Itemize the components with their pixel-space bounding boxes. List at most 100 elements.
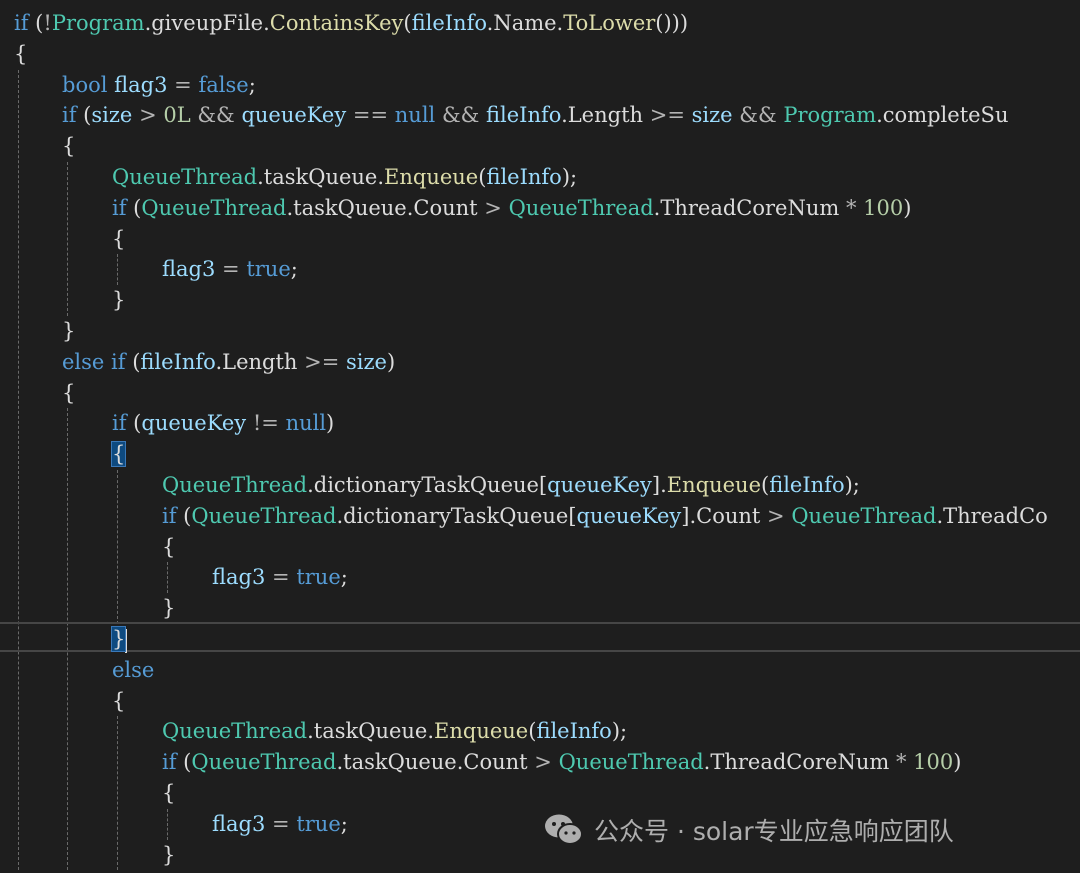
- code-token: size: [346, 349, 387, 374]
- code-token: {: [112, 226, 126, 251]
- code-token: {: [112, 688, 126, 713]
- code-token: >=: [304, 349, 340, 374]
- code-line[interactable]: {: [62, 378, 75, 408]
- code-token: else: [62, 349, 105, 374]
- code-token: =: [222, 257, 240, 282]
- code-line[interactable]: QueueThread.taskQueue.Enqueue(fileInfo);: [162, 716, 627, 746]
- code-line[interactable]: {: [14, 39, 27, 69]
- code-token: =: [272, 565, 290, 590]
- code-token: true: [246, 257, 291, 282]
- code-token: fileInfo: [536, 719, 612, 744]
- code-token: .dictionaryTaskQueue[: [336, 503, 577, 528]
- code-token: .taskQueue.: [257, 165, 385, 189]
- code-line[interactable]: if (QueueThread.taskQueue.Count > QueueT…: [162, 747, 961, 777]
- code-token: >=: [649, 103, 685, 128]
- code-token: (: [176, 503, 192, 528]
- code-line[interactable]: }: [112, 285, 125, 315]
- code-line[interactable]: {: [162, 532, 175, 562]
- code-token: if: [112, 411, 127, 436]
- code-line[interactable]: if (QueueThread.taskQueue.Count > QueueT…: [112, 193, 911, 223]
- code-line[interactable]: }: [62, 316, 75, 346]
- code-token: (: [28, 11, 44, 35]
- code-token: {: [162, 781, 176, 805]
- current-line-highlight: [0, 622, 1080, 652]
- code-token: {: [62, 380, 76, 405]
- code-token: null: [285, 411, 327, 436]
- code-line[interactable]: flag3 = true;: [212, 562, 348, 592]
- code-token: .Length: [215, 349, 305, 374]
- indent-guide: [167, 808, 168, 840]
- code-token: if: [162, 503, 177, 528]
- code-line[interactable]: }: [110, 624, 128, 654]
- code-line[interactable]: }: [162, 593, 175, 623]
- code-line[interactable]: else if (fileInfo.Length >= size): [62, 347, 395, 377]
- code-token: *: [845, 195, 857, 220]
- code-token: .dictionaryTaskQueue[: [307, 473, 548, 497]
- code-line[interactable]: {: [112, 686, 125, 716]
- code-token: (: [125, 349, 141, 374]
- code-token: true: [296, 811, 341, 836]
- code-line[interactable]: if (queueKey != null): [112, 408, 334, 438]
- code-token: if: [111, 349, 126, 374]
- code-token: .ThreadCoreNum: [703, 750, 896, 775]
- code-line[interactable]: flag3 = true;: [212, 809, 348, 839]
- code-line[interactable]: QueueThread.dictionaryTaskQueue[queueKey…: [162, 470, 860, 500]
- code-token: fileInfo: [411, 11, 487, 35]
- code-line[interactable]: bool flag3 = false;: [62, 70, 256, 100]
- code-token: queueKey: [141, 411, 247, 436]
- indent-guide: [117, 254, 118, 286]
- code-token: QueueThread: [558, 750, 704, 775]
- code-line[interactable]: {: [112, 224, 125, 254]
- code-line[interactable]: if (size > 0L && queueKey == null && fil…: [62, 100, 1008, 130]
- code-token: QueueThread: [112, 165, 258, 189]
- code-line[interactable]: QueueThread.taskQueue.Enqueue(fileInfo);: [112, 162, 577, 192]
- code-line[interactable]: else: [112, 655, 154, 685]
- code-token: (: [176, 750, 192, 775]
- code-line[interactable]: {: [62, 131, 75, 161]
- code-token: QueueThread: [191, 750, 337, 775]
- code-token: !=: [252, 411, 279, 436]
- watermark: 公众号 · solar专业应急响应团队: [544, 808, 954, 852]
- code-token: QueueThread: [162, 719, 308, 744]
- code-token: (: [126, 411, 142, 436]
- code-token: ())): [655, 11, 689, 35]
- code-line[interactable]: flag3 = true;: [162, 254, 298, 284]
- code-token: .Name.: [486, 11, 564, 35]
- code-token: if: [14, 11, 29, 35]
- code-token: !: [43, 11, 52, 35]
- code-line[interactable]: {: [110, 439, 127, 469]
- code-token: if: [62, 103, 77, 128]
- code-token: QueueThread: [508, 195, 654, 220]
- code-token: .Length: [561, 103, 650, 128]
- code-token: else: [112, 657, 155, 682]
- code-token: (: [76, 103, 92, 128]
- code-token: .completeSu: [876, 103, 1009, 128]
- code-token: fileInfo: [769, 473, 845, 497]
- code-token: Enqueue: [434, 719, 529, 744]
- code-token: ): [326, 411, 335, 436]
- code-token: }: [112, 288, 126, 313]
- code-line[interactable]: if (!Program.giveupFile.ContainsKey(file…: [14, 8, 688, 38]
- code-token: if: [162, 750, 177, 775]
- code-line[interactable]: {: [162, 778, 175, 808]
- code-token: null: [394, 103, 436, 128]
- code-line[interactable]: }: [162, 840, 175, 870]
- code-token: }: [162, 842, 176, 867]
- code-token: );: [611, 719, 628, 744]
- text-caret: [125, 628, 128, 653]
- code-token: ==: [352, 103, 389, 128]
- code-line[interactable]: if (QueueThread.dictionaryTaskQueue[queu…: [162, 501, 1048, 531]
- code-token: =: [272, 811, 290, 836]
- code-token: ;: [340, 811, 348, 836]
- code-token: 100: [913, 750, 954, 775]
- matched-brace: }: [110, 626, 127, 652]
- code-token: QueueThread: [791, 503, 937, 528]
- indent-guide: [117, 470, 118, 624]
- code-token: *: [895, 750, 907, 775]
- code-token: Program: [783, 103, 877, 128]
- code-token: flag3: [162, 257, 216, 282]
- code-token: fileInfo: [486, 165, 562, 189]
- code-token: &&: [739, 103, 777, 128]
- code-editor[interactable]: if (!Program.giveupFile.ContainsKey(file…: [0, 0, 1080, 873]
